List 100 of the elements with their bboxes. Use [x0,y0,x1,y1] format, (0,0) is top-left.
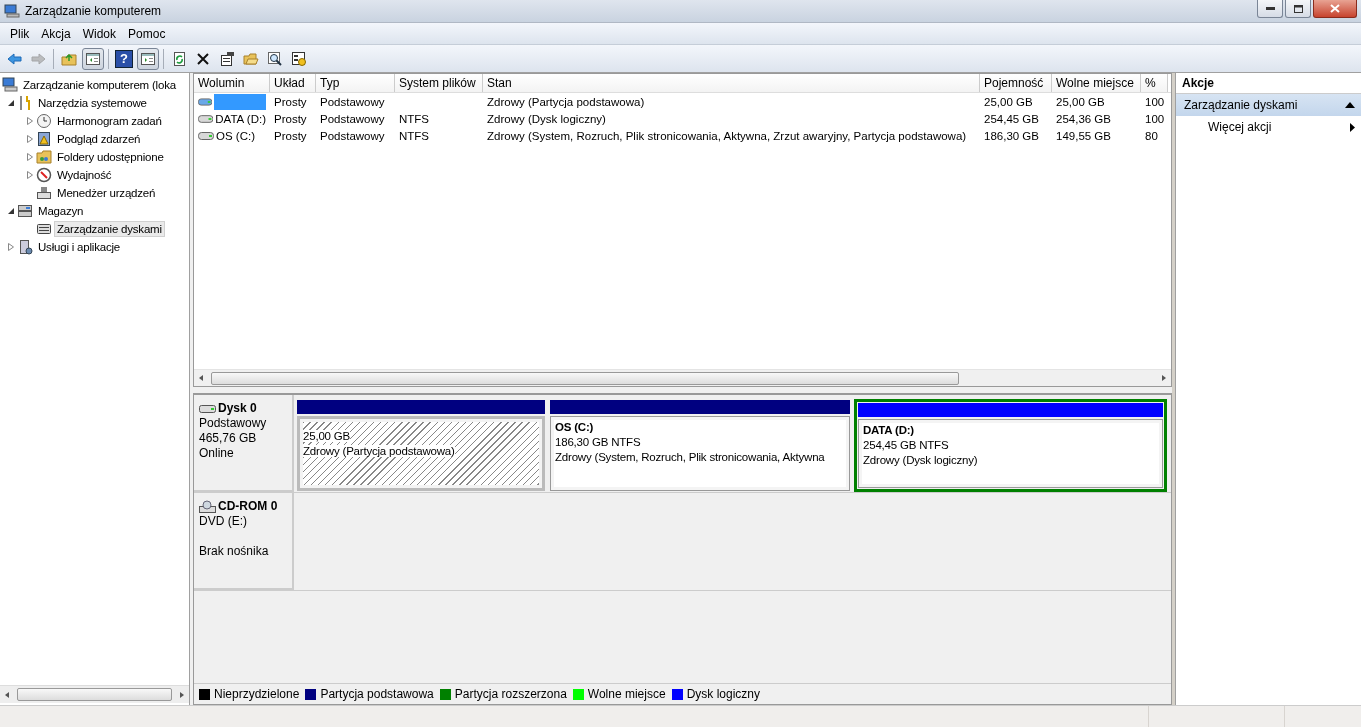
back-arrow-icon [6,50,22,67]
device-icon [36,185,52,201]
gauge-icon [36,167,52,183]
legend-label: Dysk logiczny [686,687,760,701]
action-link[interactable]: Więcej akcji [1176,116,1361,138]
disk-type: DVD (E:) [199,514,248,529]
tree-item[interactable]: Zarządzanie dyskami [54,221,165,237]
table-cell[interactable]: DATA (D:) [215,112,266,125]
partition-status: Zdrowy (Partycja podstawowa) [303,445,455,457]
menu-item[interactable]: Plik [4,24,36,43]
section-header[interactable]: Zarządzanie dyskami [1176,94,1361,116]
minimize-icon [1265,6,1275,11]
partition-box[interactable]: 25,00 GB Zdrowy (Partycja podstawowa) [297,416,545,491]
expanded-arrow-icon[interactable] [7,99,15,107]
legend-label: Partycja podstawowa [320,687,434,701]
table-cell[interactable]: OS (C:) [216,129,255,142]
event-log-icon [36,131,52,147]
table-cell: Prosty [274,95,307,108]
table-cell: Podstawowy [320,129,385,142]
tree-item[interactable]: Wydajność [54,167,115,183]
disk-status: Online [199,446,235,461]
tree-item[interactable]: Harmonogram zadań [54,113,165,129]
disk-type: Podstawowy [199,416,268,431]
table-cell: 25,00 GB [1056,95,1105,108]
collapsed-arrow-icon[interactable] [26,171,34,179]
table-cell: 100 [1145,112,1165,125]
table-cell: Prosty [274,112,307,125]
table-cell: Zdrowy (System, Rozruch, Plik stronicowania, Aktywna, Zrzut awaryjny, Partycja podstawowa) [487,129,967,142]
column-header[interactable]: Typ [316,74,395,92]
forward-arrow-icon [30,50,46,67]
partition-status: Zdrowy (Dysk logiczny) [863,454,978,466]
computer-icon [4,4,20,18]
table-cell: NTFS [399,112,430,125]
tree-item[interactable]: Usługi i aplikacje [35,239,124,255]
column-header[interactable]: Pojemność [980,74,1052,92]
tools-icon [17,95,33,111]
drive-icon [198,113,214,124]
storage-icon [17,203,33,219]
partition-box[interactable]: OS (C:) 186,30 GB NTFS Zdrowy (System, Rozruch, Plik stronicowania, Aktywna [550,416,850,491]
table-row[interactable]: DATA (D:) Prosty Podstawowy NTFS Zdrowy (Dysk logiczny) 254,45 GB 254,36 GB 100 [194,110,1171,127]
menu-item[interactable]: Akcja [35,24,77,43]
refresh-icon [171,50,187,67]
collapsed-arrow-icon[interactable] [7,243,15,251]
tree-item[interactable]: Narzędzia systemowe [35,95,150,111]
cd-drive-icon [199,499,217,514]
settings-icon [291,50,307,67]
extended-partition-frame[interactable]: DATA (D:) 254,45 GB NTFS Zdrowy (Dysk logiczny) [854,399,1167,492]
table-row[interactable]: OS (C:) Prosty Podstawowy NTFS Zdrowy (System, Rozruch, Plik stronicowania, Aktywna, Zrzut awaryjny, Partycja podstawowa) 186,30 GB 149,55 GB 80 [194,127,1171,144]
partition-size: 254,45 GB NTFS [863,439,949,451]
partition-title: DATA (D:) [863,424,914,436]
partition-size: 25,00 GB [303,430,350,442]
column-header[interactable]: % [1141,74,1168,92]
partition-box[interactable]: DATA (D:) 254,45 GB NTFS Zdrowy (Dysk logiczny) [858,419,1163,488]
close-button[interactable] [1313,0,1357,18]
pane-icon [85,50,101,67]
console-tree-button[interactable] [82,47,104,70]
legend-label: Partycja rozszerzona [454,687,567,701]
table-cell: 254,45 GB [984,112,1039,125]
expanded-arrow-icon[interactable] [7,207,15,215]
server-icon [17,239,33,255]
collapsed-arrow-icon[interactable] [26,117,34,125]
tree-item[interactable]: Podgląd zdarzeń [54,131,144,147]
tree-item[interactable]: Menedżer urządzeń [54,185,159,201]
collapsed-arrow-icon[interactable] [26,135,34,143]
selected-volume-highlight[interactable] [214,93,266,110]
close-icon [1330,4,1340,13]
menu-item[interactable]: Widok [76,24,123,43]
magnifier-icon [267,50,283,67]
maximize-button[interactable] [1285,0,1311,18]
disk-drive-icon [199,402,217,415]
column-header[interactable]: System plików [395,74,483,92]
horizontal-scrollbar[interactable] [0,685,189,703]
horizontal-scrollbar[interactable] [194,369,1171,386]
column-header[interactable]: Stan [483,74,980,92]
action-pane-button[interactable] [137,47,159,70]
tree-item[interactable]: Zarządzanie komputerem (loka [20,77,179,93]
table-cell: Zdrowy (Dysk logiczny) [487,112,606,125]
partition-size: 186,30 GB NTFS [555,436,641,448]
disk-name: CD-ROM 0 [218,499,278,514]
table-cell: 80 [1145,129,1158,142]
minimize-button[interactable] [1257,0,1283,18]
tree-item[interactable]: Foldery udostępnione [54,149,167,165]
menu-item[interactable]: Pomoc [122,24,172,43]
submenu-arrow-icon [1350,122,1355,132]
maximize-icon [1293,4,1303,13]
shared-folder-icon [36,149,52,165]
column-header[interactable]: Wolumin [194,74,270,92]
collapse-arrow-icon [1345,102,1355,108]
pane-icon [140,50,156,67]
table-cell: Podstawowy [320,95,385,108]
column-header[interactable]: Układ [270,74,316,92]
legend-label: Wolne miejsce [587,687,666,701]
table-cell: Podstawowy [320,112,385,125]
tree-item[interactable]: Magazyn [35,203,87,219]
table-cell: 25,00 GB [984,95,1033,108]
computer-icon [2,77,18,93]
column-header[interactable]: Wolne miejsce [1052,74,1141,92]
partition-title: OS (C:) [555,421,594,433]
collapsed-arrow-icon[interactable] [26,153,34,161]
help-button[interactable]: ? [113,47,135,70]
